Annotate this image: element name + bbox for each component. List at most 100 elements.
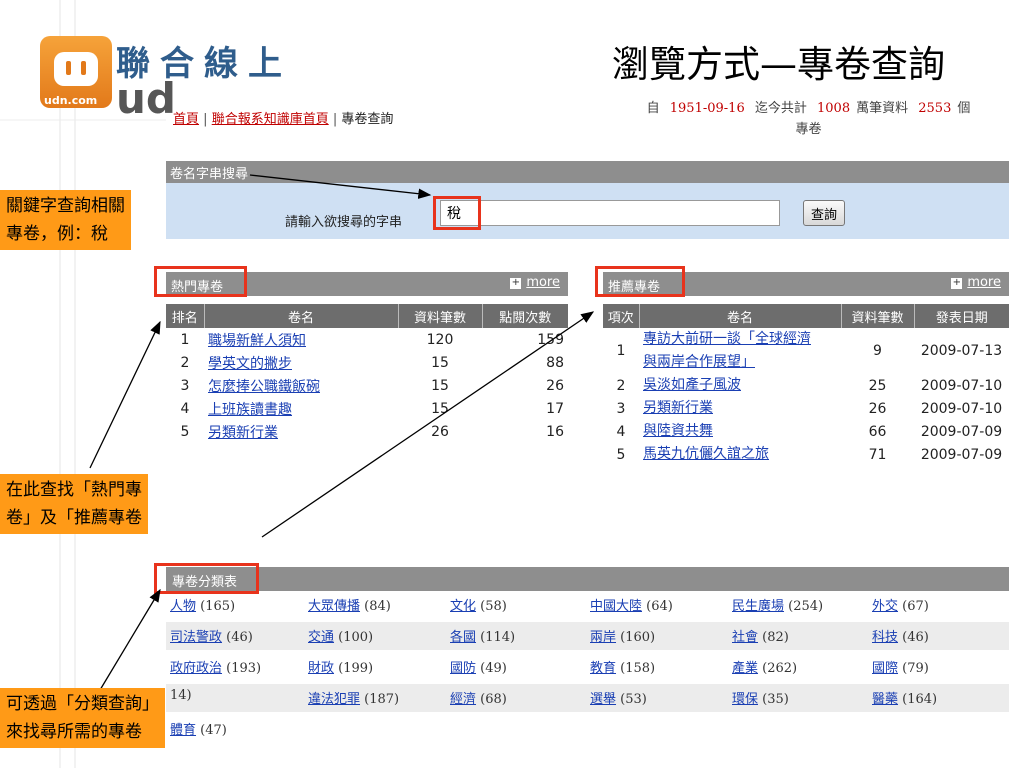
search-header: 卷名字串搜尋 [166, 161, 1009, 183]
category-link[interactable]: 交通 [308, 630, 334, 645]
rec-count: 9 [873, 343, 882, 359]
rec-count: 71 [868, 446, 887, 463]
category-link[interactable]: 社會 [732, 630, 758, 645]
rec-count: 26 [868, 400, 887, 417]
udn-logo: udn.com 聯合線上 ud [40, 28, 282, 123]
rec-col-count: 資料筆數 [841, 304, 915, 328]
category-link[interactable]: 民生廣場 [732, 599, 784, 614]
recommended-title-highlight [595, 266, 685, 297]
category-header: 專卷分類表 [166, 567, 1009, 591]
category-cell: 社會 (82) [732, 626, 789, 645]
rec-col-no: 項次 [603, 304, 640, 328]
category-cell: 國際 (79) [872, 657, 929, 676]
hot-rank: 2 [180, 354, 190, 371]
category-count: (47) [200, 723, 227, 738]
hot-volume-link[interactable]: 上班族讀書趣 [208, 402, 292, 418]
hot-volume-link[interactable]: 職場新鮮人須知 [208, 333, 306, 349]
category-link[interactable]: 醫藥 [872, 692, 898, 707]
category-link[interactable]: 人物 [170, 599, 196, 614]
category-link[interactable]: 環保 [732, 692, 758, 707]
recommended-table: 項次 卷名 資料筆數 發表日期 1 專訪大前研一談「全球經濟與兩岸合作展望」 9 20… [603, 304, 1009, 466]
category-cell: 司法警政 (46) [170, 626, 253, 645]
stats-line2: 專卷 [795, 122, 822, 137]
rec-volume-link[interactable]: 馬英九伉儷久誼之旅 [643, 446, 769, 462]
hot-volume-link[interactable]: 另類新行業 [208, 425, 278, 441]
hot-count: 15 [431, 354, 449, 371]
category-count: (187) [364, 692, 400, 707]
category-link[interactable]: 經濟 [450, 692, 476, 707]
table-row: 5 馬英九伉儷久誼之旅 71 2009-07-09 [603, 443, 1009, 466]
category-link[interactable]: 選舉 [590, 692, 616, 707]
rec-no: 5 [616, 446, 626, 463]
category-cell: 各國 (114) [450, 626, 515, 645]
category-link[interactable]: 體育 [170, 723, 196, 738]
category-count: (64) [646, 599, 673, 614]
category-cell: 大眾傳播 (84) [308, 595, 391, 614]
hot-more-label: more [526, 275, 560, 290]
category-count: (67) [902, 599, 929, 614]
category-link[interactable]: 文化 [450, 599, 476, 614]
hot-title-highlight [154, 266, 247, 297]
category-cell: 人物 (165) [170, 595, 235, 614]
category-link[interactable]: 兩岸 [590, 630, 616, 645]
breadcrumb-separator: | [332, 112, 338, 127]
category-count: (49) [480, 661, 507, 676]
category-link[interactable]: 政府政治 [170, 661, 222, 676]
category-count: (100) [338, 630, 374, 645]
category-cell: 政府政治 (193) [170, 657, 261, 676]
category-cell: 醫藥 (164) [872, 688, 937, 707]
hot-col-rank: 排名 [166, 304, 205, 328]
category-link[interactable]: 國際 [872, 661, 898, 676]
hot-rank: 5 [180, 423, 190, 440]
breadcrumb: 首頁 | 聯合報系知識庫首頁 | 專卷查詢 [173, 108, 393, 127]
callout-hot-line1: 在此查找「熱門專 [6, 480, 142, 500]
category-cell: 文化 (58) [450, 595, 507, 614]
breadcrumb-home-link[interactable]: 首頁 [173, 112, 199, 127]
rec-date: 2009-07-09 [920, 446, 1003, 463]
category-link[interactable]: 違法犯罪 [308, 692, 360, 707]
category-link[interactable]: 中國大陸 [590, 599, 642, 614]
category-link[interactable]: 教育 [590, 661, 616, 676]
rec-volume-link[interactable]: 吳淡如產子風波 [643, 377, 741, 393]
category-link[interactable]: 各國 [450, 630, 476, 645]
category-link[interactable]: 國防 [450, 661, 476, 676]
category-link[interactable]: 財政 [308, 661, 334, 676]
category-count: (160) [620, 630, 656, 645]
category-count: (254) [788, 599, 824, 614]
stats-from-date: 1951-09-16 [669, 101, 745, 116]
category-link[interactable]: 司法警政 [170, 630, 222, 645]
stats-volumes-label: 個 [957, 101, 971, 116]
recommended-more-link[interactable]: + more [951, 275, 1001, 290]
rec-volume-link[interactable]: 專訪大前研一談「全球經濟與兩岸合作展望」 [643, 328, 823, 374]
logo-ud: ud [116, 74, 176, 123]
category-cell: 財政 (199) [308, 657, 373, 676]
hot-more-link[interactable]: + more [510, 275, 560, 290]
stats-records-label: 萬筆資料 [856, 101, 909, 116]
rec-col-name: 卷名 [639, 304, 842, 328]
category-cell: 選舉 (53) [590, 688, 647, 707]
breadcrumb-kb-home-link[interactable]: 聯合報系知識庫首頁 [212, 112, 329, 127]
category-cell: 經濟 (68) [450, 688, 507, 707]
category-count: (193) [226, 661, 262, 676]
category-link[interactable]: 大眾傳播 [308, 599, 360, 614]
category-link[interactable]: 外交 [872, 599, 898, 614]
category-count: (199) [338, 661, 374, 676]
search-button[interactable]: 查詢 [803, 200, 845, 226]
arrow-to-category [99, 588, 161, 691]
hot-volume-link[interactable]: 怎麼捧公職鐵飯碗 [208, 379, 320, 395]
category-count: (46) [902, 630, 929, 645]
category-count: (164) [902, 692, 938, 707]
category-link[interactable]: 科技 [872, 630, 898, 645]
category-link[interactable]: 產業 [732, 661, 758, 676]
category-row: 政府政治 (193) 財政 (199) 國防 (49) 教育 (158) 產業 (262… [166, 653, 1009, 681]
category-cell: 民生廣場 (254) [732, 595, 823, 614]
callout-keyword: 關鍵字查詢相關 專卷，例：稅 [0, 190, 131, 250]
rec-no: 1 [616, 343, 626, 359]
hot-volume-link[interactable]: 學英文的撇步 [208, 356, 292, 372]
search-input[interactable] [440, 200, 780, 226]
hot-count: 15 [431, 400, 449, 417]
rec-volume-link[interactable]: 與陸資共舞 [643, 423, 713, 439]
rec-volume-link[interactable]: 另類新行業 [643, 400, 713, 416]
rec-no: 2 [616, 377, 626, 394]
category-count: (53) [620, 692, 647, 707]
